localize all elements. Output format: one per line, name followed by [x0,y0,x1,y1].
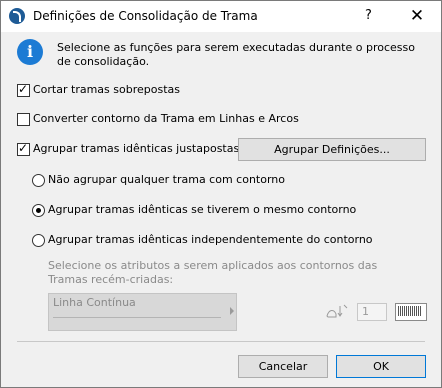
grouping-any-contour-radio[interactable] [32,234,45,247]
cancel-button[interactable]: Cancelar [238,355,328,378]
group-settings-button[interactable]: Agrupar Definições... [238,138,426,161]
fill-pattern-icon[interactable] [395,303,427,321]
line-type-selector[interactable]: Linha Contínua [48,293,237,331]
footer-separator [17,341,425,342]
grouping-any-contour-label: Agrupar tramas idênticas independentemen… [48,233,373,246]
attributes-instruction: Selecione os atributos a serem aplicados… [48,259,378,286]
group-identical-checkbox[interactable] [17,141,30,156]
grouping-none-label: Não agrupar qualquer trama com contorno [48,173,285,186]
consolidation-dialog: Definições de Consolidação de Trama ? ✕ … [0,0,442,388]
grouping-none-radio[interactable] [32,174,45,187]
help-button[interactable]: ? [365,8,372,23]
cut-overlapping-label: Cortar tramas sobrepostas [33,83,180,96]
window-title: Definições de Consolidação de Trama [33,9,258,23]
line-type-preview [53,317,221,318]
pattern-preview [398,306,422,316]
convert-contour-label: Converter contorno da Trama em Linhas e … [33,112,299,125]
cut-overlapping-checkbox[interactable] [17,82,30,97]
archicad-app-icon [9,8,25,24]
chevron-right-icon [230,307,234,315]
group-identical-label: Agrupar tramas idênticas justapostas [33,142,240,155]
title-bar: Definições de Consolidação de Trama ? ✕ [1,1,441,32]
grouping-same-contour-radio[interactable] [32,204,45,217]
line-type-label: Linha Contínua [53,296,136,309]
info-text: Selecione as funções para serem executad… [57,41,415,68]
close-button[interactable]: ✕ [405,5,429,27]
grouping-same-contour-label: Agrupar tramas idênticas se tiverem o me… [48,203,357,216]
pen-weight-icon [326,304,348,318]
convert-contour-checkbox[interactable] [17,113,30,126]
info-icon: i [17,39,43,65]
pen-number-field[interactable]: 1 [357,303,387,321]
ok-button[interactable]: OK [336,355,426,378]
